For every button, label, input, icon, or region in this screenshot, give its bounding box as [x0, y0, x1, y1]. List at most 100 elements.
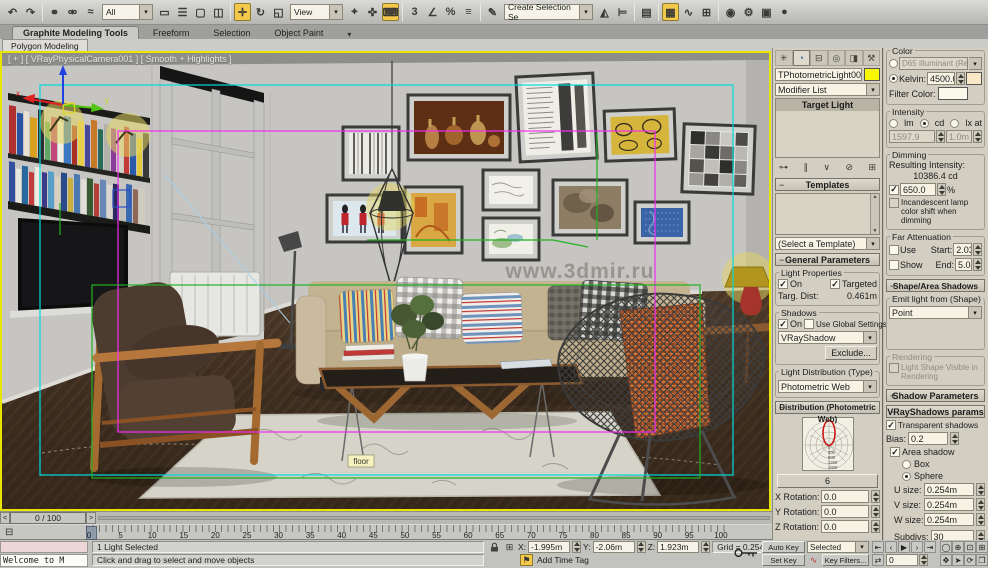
shadow-type-dropdown[interactable]: VRayShadow: [778, 331, 864, 344]
ribbon-minimize-icon[interactable]: ▾: [347, 30, 351, 39]
make-unique-icon[interactable]: ∨: [823, 162, 830, 173]
tab-motion[interactable]: ◎: [828, 50, 846, 66]
y-coord-spinner[interactable]: [637, 541, 646, 553]
spinner-snap-icon[interactable]: ≡: [460, 3, 477, 21]
chevron-down-icon[interactable]: ▾: [969, 306, 982, 319]
bias-spinner[interactable]: [950, 432, 959, 445]
zoom-region-icon[interactable]: ⊞: [976, 541, 988, 553]
v-size-field[interactable]: 0.254m: [924, 498, 974, 511]
tab-graphite-modeling-tools[interactable]: Graphite Modeling Tools: [12, 26, 139, 39]
z-rotation-spinner[interactable]: [871, 520, 880, 533]
kelvin-field[interactable]: 4500.0: [927, 72, 955, 85]
window-crossing-icon[interactable]: ◫: [210, 3, 227, 21]
remove-modifier-icon[interactable]: ⊘: [845, 162, 853, 173]
play-icon[interactable]: ▶: [898, 541, 910, 553]
far-att-use-checkbox[interactable]: [889, 245, 899, 255]
goto-start-icon[interactable]: ⇤: [872, 541, 884, 553]
redo-icon[interactable]: ↷: [22, 3, 39, 21]
far-att-end-spinner[interactable]: [973, 258, 982, 271]
area-shadow-checkbox[interactable]: ✓: [890, 447, 900, 457]
w-size-field[interactable]: 0.254m: [924, 513, 974, 526]
trackbar-mode-icon[interactable]: ⊟: [5, 527, 13, 538]
far-att-show-checkbox[interactable]: [889, 260, 899, 270]
lx-radio[interactable]: [950, 119, 959, 128]
light-on-checkbox[interactable]: ✓: [778, 279, 788, 289]
time-slider-handle[interactable]: 0 / 100: [10, 512, 86, 524]
picture-orange-abstract[interactable]: [405, 187, 462, 253]
dimming-checkbox[interactable]: ✓: [889, 185, 899, 195]
key-filters-button[interactable]: Key Filters...: [822, 554, 869, 566]
schematic-view-icon[interactable]: ⊞: [698, 3, 715, 21]
emit-shape-dropdown[interactable]: Point: [889, 306, 969, 319]
pin-stack-icon[interactable]: ⊶: [779, 162, 788, 173]
chevron-down-icon[interactable]: ▾: [140, 4, 153, 20]
tab-create[interactable]: ✳: [775, 50, 793, 66]
render-production-icon[interactable]: ●: [776, 3, 793, 21]
align-icon[interactable]: ⊨: [614, 3, 631, 21]
material-editor-icon[interactable]: ◉: [722, 3, 739, 21]
walk-through-icon[interactable]: ➤: [952, 554, 964, 566]
time-slider-groove[interactable]: [98, 516, 770, 520]
edit-named-selections-icon[interactable]: ✎: [484, 3, 501, 21]
auto-key-button[interactable]: Auto Key: [762, 541, 805, 553]
viewport-label[interactable]: [ + ] [ VRayPhysicalCamera001 ] [ Smooth…: [8, 54, 232, 64]
picture-newspaper[interactable]: [516, 73, 597, 162]
x-coord-field[interactable]: -1.995m: [528, 541, 570, 553]
filter-color-swatch[interactable]: [938, 87, 968, 100]
collapse-icon[interactable]: −: [779, 402, 784, 414]
x-rotation-spinner[interactable]: [871, 490, 880, 503]
object-color-swatch[interactable]: [864, 68, 880, 81]
collapse-icon[interactable]: −: [779, 179, 784, 191]
previous-frame-icon[interactable]: ‹: [885, 541, 897, 553]
picture-still-life[interactable]: [408, 95, 510, 160]
current-frame-spinner[interactable]: [919, 554, 928, 566]
table-books[interactable]: [342, 344, 394, 361]
bind-to-space-warp-icon[interactable]: ≈: [82, 3, 99, 21]
cd-radio[interactable]: [920, 119, 929, 128]
selection-lock-icon[interactable]: [488, 541, 501, 553]
light-shape-visible-checkbox[interactable]: [889, 363, 899, 373]
scroll-down-icon[interactable]: ▼: [873, 228, 878, 234]
use-global-settings-checkbox[interactable]: [804, 319, 814, 329]
unlink-selection-icon[interactable]: ⚮: [64, 3, 81, 21]
kelvin-color-swatch[interactable]: [966, 72, 982, 85]
undo-icon[interactable]: ↶: [4, 3, 21, 21]
configure-modifier-sets-icon[interactable]: ⊞: [868, 162, 876, 173]
named-selection-sets-dropdown[interactable]: Create Selection Se ▾: [504, 4, 593, 20]
rollout-distribution-web[interactable]: − Distribution (Photometric Web): [775, 401, 880, 414]
box-radio[interactable]: [902, 460, 911, 469]
y-rotation-spinner[interactable]: [871, 505, 880, 518]
mirror-icon[interactable]: ◭: [596, 3, 613, 21]
select-and-link-icon[interactable]: ⚭: [46, 3, 63, 21]
tab-polygon-modeling[interactable]: Polygon Modeling: [2, 39, 88, 51]
pan-icon[interactable]: ✥: [940, 554, 952, 566]
chevron-down-icon[interactable]: ▾: [864, 380, 877, 393]
exclude-button[interactable]: Exclude...: [825, 346, 877, 360]
tab-hierarchy[interactable]: ⊟: [810, 50, 828, 66]
far-att-start-field[interactable]: 2.032m: [953, 243, 972, 256]
maxscript-mini-listener-macro[interactable]: [0, 541, 88, 553]
tab-freeform[interactable]: Freeform: [143, 27, 200, 39]
select-object-icon[interactable]: ▭: [156, 3, 173, 21]
intensity-field[interactable]: 1597.9: [889, 130, 935, 143]
chevron-down-icon[interactable]: ▾: [867, 237, 880, 250]
camera-viewport[interactable]: [ + ] [ VRayPhysicalCamera001 ] [ Smooth…: [0, 51, 771, 511]
u-size-spinner[interactable]: [976, 483, 985, 496]
incandescent-checkbox[interactable]: [889, 198, 899, 208]
shadows-on-checkbox[interactable]: ✓: [778, 319, 788, 329]
rectangular-selection-region-icon[interactable]: ▢: [192, 3, 209, 21]
templates-listbox[interactable]: ▲ ▼: [775, 193, 880, 235]
tab-modify[interactable]: ◔: [793, 50, 811, 66]
current-frame-field[interactable]: 0: [886, 554, 918, 566]
percent-snap-icon[interactable]: %: [442, 3, 459, 21]
time-slider-next-icon[interactable]: >: [86, 512, 96, 524]
collapse-icon[interactable]: −: [779, 254, 784, 266]
dimming-percent-spinner[interactable]: [937, 183, 946, 196]
picture-sepia-photo[interactable]: [553, 180, 627, 235]
rollout-vrayshadows-params[interactable]: − VRayShadows params: [886, 405, 985, 418]
rollout-general-parameters[interactable]: − General Parameters: [775, 253, 880, 266]
key-mode-dropdown[interactable]: Selected ▾: [807, 541, 869, 553]
dimming-percent-field[interactable]: 650.0: [900, 183, 936, 196]
subdivs-spinner[interactable]: [976, 530, 985, 540]
scroll-up-icon[interactable]: ▲: [873, 194, 878, 200]
